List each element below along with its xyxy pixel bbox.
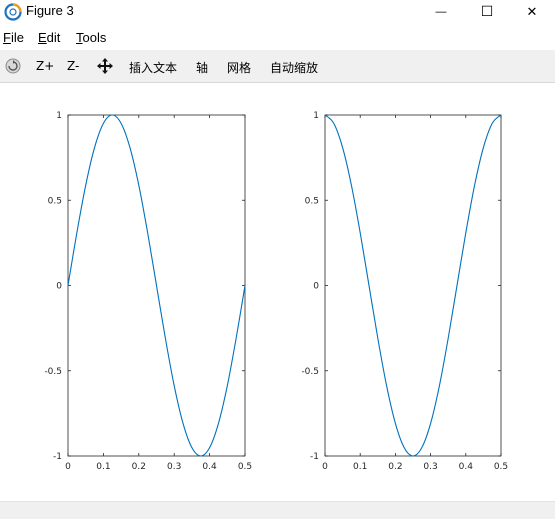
plot2-ytick-label: -1 [310, 452, 319, 462]
status-bar [0, 501, 555, 519]
plot1-xtick-label: 0.4 [202, 462, 217, 472]
matlab-app-icon [4, 3, 22, 21]
grid-button[interactable]: 网格 [227, 59, 251, 76]
plot2-xtick-label: 0.2 [388, 462, 402, 472]
window-title: Figure 3 [26, 3, 74, 18]
plot2-xtick-label: 0.4 [459, 462, 474, 472]
plot2-ytick-label: 1 [313, 111, 319, 121]
menu-file-accel: F [3, 30, 11, 45]
plot2-ytick-label: 0.5 [305, 196, 319, 206]
plot1-ytick-label: 0.5 [48, 196, 62, 206]
plot2-axes-box [324, 114, 502, 457]
plot1-ytick-label: -1 [53, 452, 62, 462]
plot2-ytick-label: -0.5 [301, 367, 319, 377]
plot2-xtick-label: 0.5 [494, 462, 508, 472]
plot2-xtick-label: 0.3 [423, 462, 437, 472]
title-bar: Figure 3 — ☐ ✕ [0, 0, 555, 24]
plot1-xtick-label: 0.1 [96, 462, 110, 472]
figure-canvas: 0 0.1 0.2 0.3 0.4 0.5 1 0.5 0 -0.5 -1 0 0.1 0.2 0.3 0.4… [0, 83, 555, 501]
plot2-xtick-label: 0 [322, 462, 328, 472]
rotate-icon[interactable] [4, 57, 22, 75]
axis-button[interactable]: 轴 [196, 59, 208, 76]
plot1-xtick-label: 0.5 [238, 462, 252, 472]
maximize-icon: ☐ [480, 4, 494, 20]
menu-tools-label: ools [82, 30, 107, 45]
plots-svg: 0 0.1 0.2 0.3 0.4 0.510.50-0.5-10 0.1 0.2 0.3 0.4… [44, 111, 508, 472]
minimize-button[interactable]: — [418, 0, 464, 24]
plot1-xtick-label: 0.3 [167, 462, 181, 472]
plot1-xtick-label: 0 [65, 462, 71, 472]
maximize-button[interactable]: ☐ [464, 0, 510, 24]
menu-file[interactable]: File [3, 30, 24, 45]
toolbar: Z+ Z- 插入文本 轴 网格 自动缩放 [0, 50, 555, 83]
menu-edit-accel: E [38, 30, 47, 45]
plot1-ytick-label: 1 [56, 111, 62, 121]
plot1-ytick-label: 0 [56, 282, 62, 292]
plot1-ytick-label: -0.5 [44, 367, 62, 377]
zoom-in-button[interactable]: Z+ [36, 59, 54, 73]
insert-text-button[interactable]: 插入文本 [129, 59, 177, 76]
plot2-ytick-label: 0 [313, 282, 319, 292]
autoscale-button[interactable]: 自动缩放 [270, 59, 318, 76]
close-button[interactable]: ✕ [509, 0, 555, 24]
menu-tools[interactable]: Tools [76, 30, 106, 45]
plot1-xtick-label: 0.2 [132, 462, 146, 472]
menu-edit[interactable]: Edit [38, 30, 60, 45]
menu-bar: File Edit Tools [0, 26, 555, 48]
close-icon: ✕ [526, 4, 538, 20]
plot2-xtick-label: 0.1 [353, 462, 367, 472]
menu-edit-label: dit [46, 30, 61, 45]
menu-file-label: ile [10, 30, 24, 45]
pan-move-icon[interactable] [96, 57, 114, 75]
zoom-out-button[interactable]: Z- [67, 59, 79, 73]
minimize-icon: — [435, 6, 447, 18]
